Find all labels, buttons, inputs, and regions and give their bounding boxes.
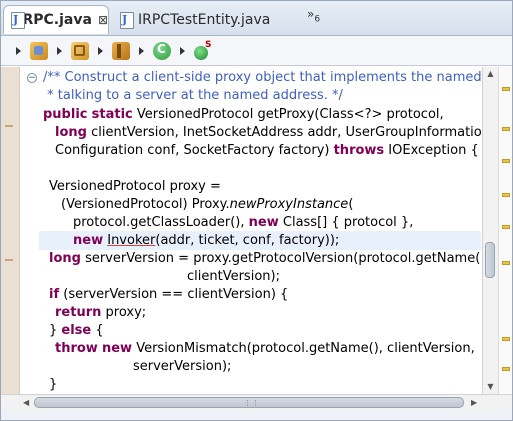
scroll-up-icon[interactable]: ▲ bbox=[485, 69, 496, 79]
overview-marker[interactable] bbox=[502, 87, 510, 91]
fold-toggle-icon[interactable]: − bbox=[27, 73, 37, 83]
code-line: throw new VersionMismatch(protocol.getNa… bbox=[55, 341, 475, 356]
code-line: public static VersionedProtocol getProxy… bbox=[43, 107, 444, 122]
breadcrumb-arrow-icon[interactable] bbox=[139, 46, 144, 55]
close-tab-icon[interactable]: ⊠ bbox=[98, 13, 108, 27]
code-line: serverVersion); bbox=[133, 359, 232, 374]
java-file-icon: J bbox=[10, 12, 25, 29]
code-line: } else { bbox=[49, 323, 104, 338]
overview-marker[interactable] bbox=[502, 367, 510, 371]
scroll-right-icon[interactable]: ▶ bbox=[471, 398, 477, 407]
ruler-marker bbox=[5, 125, 13, 127]
code-text-area[interactable]: /** Construct a client-side proxy object… bbox=[39, 67, 481, 394]
vertical-scroll-thumb[interactable] bbox=[485, 242, 495, 278]
overview-ruler[interactable] bbox=[498, 67, 512, 394]
class-icon[interactable] bbox=[153, 41, 171, 60]
code-line: Configuration conf, SocketFactory factor… bbox=[55, 143, 479, 158]
ruler-marker bbox=[5, 259, 13, 261]
code-line: } bbox=[49, 377, 58, 392]
breadcrumb: S bbox=[1, 36, 512, 66]
package-folder-icon[interactable] bbox=[30, 41, 48, 60]
scroll-grip-icon: ⋮⋮ bbox=[244, 399, 260, 407]
annotation-ruler[interactable] bbox=[1, 67, 20, 394]
code-line: VersionedProtocol proxy = bbox=[49, 179, 221, 194]
tab-irpctestentity-java[interactable]: J IRPCTestEntity.java bbox=[113, 5, 299, 34]
breadcrumb-arrow-icon[interactable] bbox=[57, 46, 62, 55]
overview-marker[interactable] bbox=[502, 193, 510, 197]
overview-marker[interactable] bbox=[502, 225, 510, 229]
code-line: long clientVersion, InetSocketAddress ad… bbox=[55, 125, 481, 140]
code-line: return proxy; bbox=[55, 305, 147, 320]
status-area bbox=[1, 411, 512, 420]
overview-marker[interactable] bbox=[502, 159, 510, 163]
code-line: protocol.getClassLoader(), new Class[] {… bbox=[73, 215, 414, 230]
java-file-icon: J bbox=[119, 11, 134, 29]
editor-window: J RPC.java ⊠ J IRPCTestEntity.java »6 S … bbox=[0, 0, 513, 421]
code-line: new Invoker(addr, ticket, conf, factory)… bbox=[73, 233, 340, 248]
jar-package-icon[interactable] bbox=[112, 41, 130, 60]
breadcrumb-arrow-icon[interactable] bbox=[16, 46, 21, 55]
static-marker: S bbox=[205, 39, 212, 50]
tab-label: IRPCTestEntity.java bbox=[138, 11, 271, 28]
code-editor[interactable]: − /** Construct a client-side proxy obje… bbox=[1, 67, 512, 394]
tab-label: RPC.java bbox=[22, 12, 92, 28]
overview-marker[interactable] bbox=[502, 261, 510, 265]
vertical-scrollbar[interactable]: ▲ ▼ bbox=[482, 67, 498, 394]
static-method-icon[interactable]: S bbox=[194, 40, 211, 60]
tab-rpc-java[interactable]: J RPC.java ⊠ bbox=[3, 5, 109, 34]
overflow-count: 6 bbox=[314, 14, 321, 25]
code-line: clientVersion); bbox=[187, 269, 280, 284]
tab-overflow-button[interactable]: »6 bbox=[307, 7, 320, 24]
scroll-left-icon[interactable]: ◀ bbox=[23, 398, 29, 407]
overview-marker[interactable] bbox=[502, 337, 510, 341]
scroll-down-icon[interactable]: ▼ bbox=[485, 382, 496, 392]
package-icon[interactable] bbox=[71, 41, 89, 60]
breadcrumb-arrow-icon[interactable] bbox=[98, 46, 103, 55]
overview-marker[interactable] bbox=[502, 127, 510, 131]
horizontal-scrollbar[interactable]: ◀ ⋮⋮ ▶ bbox=[1, 394, 512, 411]
breadcrumb-arrow-icon[interactable] bbox=[180, 46, 185, 55]
editor-tab-bar: J RPC.java ⊠ J IRPCTestEntity.java »6 bbox=[1, 1, 512, 36]
code-line: (VersionedProtocol) Proxy.newProxyInstan… bbox=[61, 197, 354, 212]
code-line: * talking to a server at the named addre… bbox=[43, 88, 343, 103]
code-line: if (serverVersion == clientVersion) { bbox=[49, 287, 289, 302]
code-line: /** Construct a client-side proxy object… bbox=[43, 70, 481, 85]
code-line: long serverVersion = proxy.getProtocolVe… bbox=[49, 251, 481, 266]
